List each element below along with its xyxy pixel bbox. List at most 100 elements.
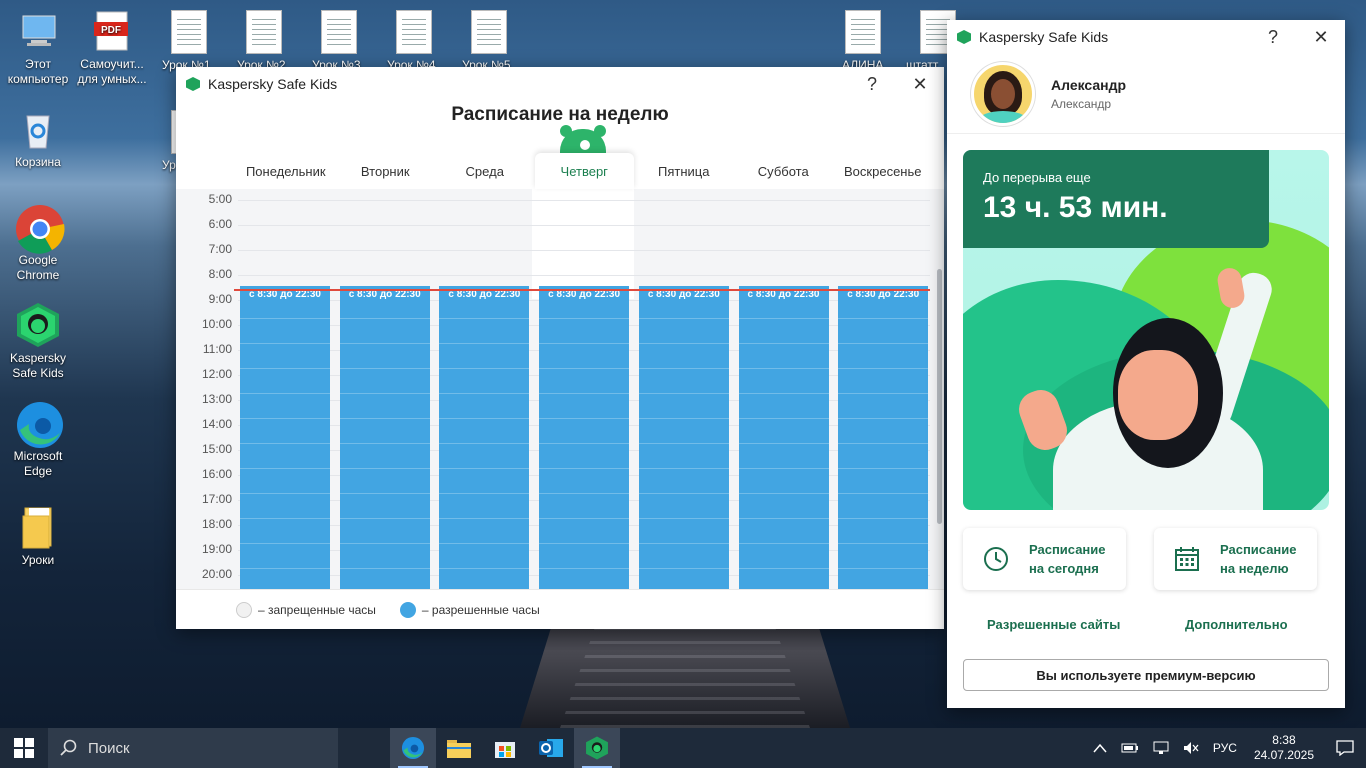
allowed-time-block[interactable]: с 8:30 до 22:30 [339,286,430,589]
taskbar-edge[interactable] [390,728,436,768]
taskbar-explorer[interactable] [436,728,482,768]
document-icon[interactable] [396,10,432,54]
document-icon[interactable] [471,10,507,54]
allowed-time-block[interactable]: с 8:30 до 22:30 [439,286,530,589]
profile-subtitle: Александр [1051,96,1112,111]
kaspersky-safe-kids-icon [15,302,61,348]
hour-label: 11:00 [202,342,232,356]
tab-day[interactable]: Вторник [336,153,436,189]
chevron-up-icon[interactable] [1093,743,1107,753]
desktop-doc-label: Ур [162,158,176,172]
allowed-time-block[interactable]: с 8:30 до 22:30 [638,286,729,589]
wallpaper-pier-boards [560,620,810,728]
desktop-icon-label: Самоучит... для умных... [77,57,147,86]
document-icon[interactable] [246,10,282,54]
close-button[interactable]: ✕ [1297,20,1345,54]
desktop-icon-label: Google Chrome [16,253,60,282]
desktop-icon-pdf[interactable]: PDF Самоучит... для умных... [74,8,150,87]
document-icon[interactable] [171,10,207,54]
hour-label: 18:00 [201,517,232,531]
today-column-highlight [532,189,634,299]
taskbar-outlook[interactable] [528,728,574,768]
main-window: Kaspersky Safe Kids ? ✕ Александр Алекса… [947,20,1345,708]
hour-label: 10:00 [201,317,232,331]
tab-day[interactable]: Воскресенье [833,153,933,189]
child-profile[interactable]: Александр Александр [947,54,1345,134]
tab-day[interactable]: Среда [435,153,535,189]
close-button[interactable]: ✕ [896,67,944,101]
taskbar-kaspersky[interactable] [574,728,620,768]
vertical-scrollbar[interactable] [937,269,942,524]
taskbar-clock[interactable]: 8:38 24.07.2025 [1254,733,1314,763]
allowed-sites-link[interactable]: Разрешенные сайты [987,617,1120,632]
allowed-time-block[interactable]: с 8:30 до 22:30 [539,286,630,589]
desktop-icon-this-pc[interactable]: Этот компьютер [0,8,76,87]
desktop-icon-edge[interactable]: Microsoft Edge [0,400,76,479]
today-schedule-button[interactable]: Расписание на сегодня [963,528,1126,590]
network-icon[interactable] [1153,741,1169,755]
hour-label: 7:00 [208,242,232,256]
week-schedule-button[interactable]: Расписание на неделю [1154,528,1317,590]
hour-label: 17:00 [201,492,232,506]
schedule-titlebar[interactable]: Kaspersky Safe Kids ? ✕ [176,67,944,101]
hour-label: 14:00 [201,417,232,431]
desktop-icon-recycle-bin[interactable]: Корзина [0,106,76,170]
tab-day[interactable]: Понедельник [236,153,336,189]
profile-name: Александр [1051,76,1127,93]
tab-day[interactable]: Четверг [534,153,634,189]
document-icon[interactable] [321,10,357,54]
allowed-time-block[interactable]: с 8:30 до 22:30 [738,286,829,589]
hour-label: 19:00 [201,542,232,556]
hour-label: 9:00 [208,292,232,306]
taskbar-search[interactable]: Поиск [48,728,338,768]
search-icon [60,739,78,757]
desktop-icon-chrome[interactable]: Google Chrome [0,204,76,283]
tab-day[interactable]: Суббота [734,153,834,189]
break-timer-card: До перерыва еще 13 ч. 53 мин. [963,150,1329,510]
clock-date: 24.07.2025 [1253,748,1314,762]
clock-icon [981,544,1011,574]
premium-button[interactable]: Вы используете премиум-версию [963,659,1329,691]
clock-time: 8:38 [1272,733,1296,747]
chrome-icon [15,204,65,254]
more-link[interactable]: Дополнительно [1185,617,1288,632]
desktop-icon-label: Kaspersky Safe Kids [9,351,67,380]
desktop-icon-label: Этот компьютер [7,57,69,86]
start-button[interactable] [0,728,48,768]
desktop-icon-label: Корзина [15,155,61,169]
hour-label: 5:00 [208,192,232,206]
tab-day[interactable]: Пятница [634,153,734,189]
taskbar-store[interactable] [482,728,528,768]
current-time-line [234,289,930,291]
help-button[interactable]: ? [848,67,896,101]
schedule-window: Kaspersky Safe Kids ? ✕ Расписание на не… [176,67,944,629]
edge-icon [15,400,63,448]
legend-forbidden: – запрещенные часы [236,601,376,618]
desktop-icon-folder[interactable]: Уроки [0,504,76,568]
allowed-time-block[interactable]: с 8:30 до 22:30 [240,286,330,589]
help-button[interactable]: ? [1249,20,1297,54]
notification-icon[interactable] [1336,740,1354,756]
battery-icon[interactable] [1121,742,1139,754]
hour-label: 15:00 [201,442,232,456]
break-label: До перерыва еще [983,170,1091,185]
today-schedule-line1: Расписание [1029,542,1106,557]
document-icon[interactable] [845,10,881,54]
forbidden-swatch [236,601,252,618]
pdf-icon: PDF [89,8,135,54]
search-placeholder: Поиск [88,739,130,757]
language-indicator[interactable]: РУС [1213,741,1237,755]
desktop-icon-label: Уроки [21,553,55,567]
week-schedule-line2: на неделю [1220,561,1289,576]
schedule-grid[interactable]: 5:00 6:00 7:00 8:00 9:00 10:00 11:00 12:00 13:00… [176,189,944,589]
system-tray: РУС 8:38 24.07.2025 [1086,728,1366,768]
desktop-icon-kaspersky[interactable]: Kaspersky Safe Kids [0,302,76,381]
break-badge: До перерыва еще 13 ч. 53 мин. [963,150,1269,248]
volume-muted-icon[interactable] [1183,741,1199,755]
kaspersky-logo-icon [957,30,971,44]
kaspersky-safe-kids-icon [586,736,608,760]
recycle-bin-icon [15,106,61,152]
main-titlebar[interactable]: Kaspersky Safe Kids ? ✕ [947,20,1345,54]
legend-allowed-label: – разрешенные часы [421,602,540,617]
allowed-time-block[interactable]: с 8:30 до 22:30 [838,286,929,589]
